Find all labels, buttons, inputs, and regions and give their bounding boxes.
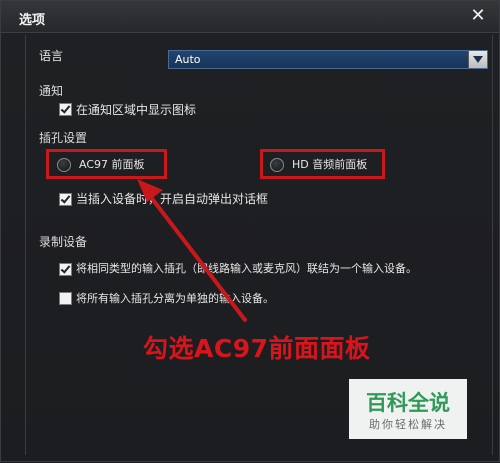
- watermark-subtitle: 助你轻松解决: [369, 418, 447, 431]
- options-dialog: 选项 ✕ 语言 Auto 通知 在通知区域中显示图标 插孔设置 AC97 前面板…: [0, 0, 500, 462]
- watermark-logo: 百科全说 助你轻松解决: [349, 379, 467, 439]
- watermark-title: 百科全说: [366, 391, 450, 415]
- annotation-text: 勾选AC97前面面板: [143, 334, 371, 363]
